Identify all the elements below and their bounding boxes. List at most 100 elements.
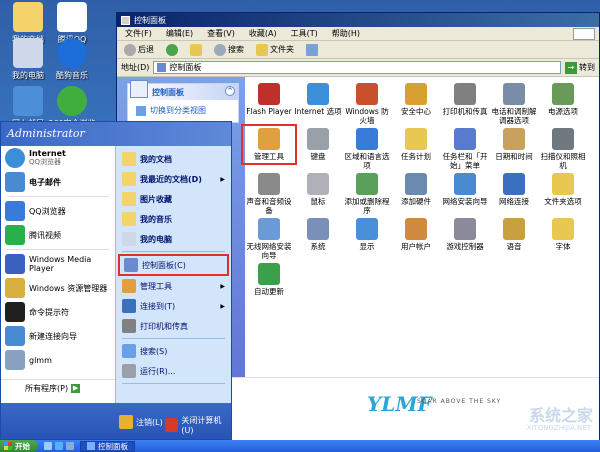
- switch-to-category-view-link[interactable]: 切换到分类视图: [128, 100, 238, 122]
- back-button[interactable]: 后退: [121, 43, 157, 57]
- menu-edit[interactable]: 编辑(E): [166, 28, 193, 39]
- cp-item-icon: [307, 218, 329, 240]
- cp-item-icon: [258, 173, 280, 195]
- menu-file[interactable]: 文件(F): [125, 28, 152, 39]
- search-button[interactable]: 搜索: [211, 43, 247, 57]
- address-input[interactable]: 控制面板: [153, 61, 561, 74]
- cp-item[interactable]: 电源选项: [539, 81, 587, 126]
- folders-icon: [256, 43, 268, 56]
- search-icon: [214, 43, 226, 56]
- up-folder-icon: [190, 43, 202, 56]
- cp-item[interactable]: 文件夹选项: [539, 171, 587, 216]
- start-right-item[interactable]: 图片收藏: [116, 189, 231, 209]
- quick-launch-desktop-icon[interactable]: [44, 442, 52, 450]
- start-right-item[interactable]: 管理工具 ▶: [116, 276, 231, 296]
- cp-item[interactable]: 鼠标: [294, 171, 342, 216]
- up-button[interactable]: [187, 43, 205, 57]
- cp-item[interactable]: 游戏控制器: [441, 216, 489, 261]
- cp-item-icon: [454, 128, 476, 150]
- start-right-item[interactable]: 我的电脑: [116, 229, 231, 249]
- go-button[interactable]: → 转到: [565, 61, 595, 74]
- place-icon: [122, 152, 136, 166]
- back-arrow-icon: [124, 43, 136, 56]
- cp-item[interactable]: 安全中心: [392, 81, 440, 126]
- cp-item[interactable]: 网络安装向导: [441, 171, 489, 216]
- collapse-chevron-icon[interactable]: ^: [225, 86, 235, 96]
- start-menu: Administrator Internet QQ浏览器 电子邮件 QQ浏览器 腾讯…: [0, 121, 232, 440]
- forward-button[interactable]: [163, 43, 181, 57]
- cp-item[interactable]: 任务计划: [392, 126, 440, 171]
- all-programs-button[interactable]: 所有程序(P) ▶: [1, 379, 115, 397]
- taskbar-item-control-panel[interactable]: 控制面板: [80, 440, 135, 452]
- desktop-icon-kugou[interactable]: 酷狗音乐: [46, 38, 98, 81]
- quick-launch-browser-icon[interactable]: [55, 442, 63, 450]
- separator: [122, 383, 225, 384]
- views-button[interactable]: [303, 43, 321, 57]
- start-item-internet[interactable]: Internet QQ浏览器: [1, 146, 115, 170]
- cp-item[interactable]: 日期和时间: [490, 126, 538, 171]
- submenu-arrow-icon: ▶: [220, 282, 225, 290]
- cp-item[interactable]: 添加硬件: [392, 171, 440, 216]
- menu-tools[interactable]: 工具(T): [291, 28, 318, 39]
- window-titlebar[interactable]: 控制面板: [117, 13, 599, 27]
- control-panel-icon: [157, 63, 167, 72]
- start-item-recent[interactable]: 腾讯视频: [1, 223, 115, 247]
- start-right-item[interactable]: 打印机和传真: [116, 316, 231, 336]
- cp-item[interactable]: 区域和语言选项: [343, 126, 391, 171]
- cp-item[interactable]: 扫描仪和照相机: [539, 126, 587, 171]
- shutdown-button[interactable]: 关闭计算机(U): [165, 415, 231, 435]
- place-icon: [122, 232, 136, 246]
- task-box-header[interactable]: 控制面板 ^: [128, 80, 238, 100]
- cp-item-icon: [258, 263, 280, 285]
- start-right-item[interactable]: 我最近的文档(D) ▶: [116, 169, 231, 189]
- cp-item[interactable]: 添加或删除程序: [343, 171, 391, 216]
- cp-item[interactable]: 打印机和传真: [441, 81, 489, 126]
- start-item-recent[interactable]: glmm: [1, 348, 115, 372]
- cp-item[interactable]: 自动更新: [245, 261, 293, 306]
- separator: [7, 196, 109, 197]
- cp-item[interactable]: Internet 选项: [294, 81, 342, 126]
- cp-item[interactable]: Flash Player: [245, 81, 293, 126]
- start-item-recent[interactable]: Windows Media Player: [1, 252, 115, 276]
- start-item-email[interactable]: 电子邮件: [1, 170, 115, 194]
- menu-help[interactable]: 帮助(H): [332, 28, 360, 39]
- cp-item[interactable]: 无线网络安装向导: [245, 216, 293, 261]
- start-right-item[interactable]: 连接到(T) ▶: [116, 296, 231, 316]
- start-right-item[interactable]: 搜索(S): [116, 341, 231, 361]
- quick-launch-media-icon[interactable]: [66, 442, 74, 450]
- cp-item[interactable]: 显示: [343, 216, 391, 261]
- cp-item[interactable]: 语音: [490, 216, 538, 261]
- category-view-icon: [136, 105, 146, 116]
- folders-button[interactable]: 文件夹: [253, 43, 297, 57]
- cp-item[interactable]: 管理工具: [241, 124, 297, 171]
- cp-item[interactable]: 声音和音频设备: [245, 171, 293, 216]
- start-right-item[interactable]: 控制面板(C): [118, 254, 229, 276]
- start-right-item[interactable]: 我的文档: [116, 149, 231, 169]
- cp-item-icon: [454, 173, 476, 195]
- logoff-key-icon: [119, 415, 133, 429]
- start-item-recent[interactable]: Windows 资源管理器: [1, 276, 115, 300]
- cp-item[interactable]: 电话和调制解调器选项: [490, 81, 538, 126]
- cp-item[interactable]: 用户帐户: [392, 216, 440, 261]
- watermark: 系统之家: [528, 406, 593, 425]
- cp-item[interactable]: 网络连接: [490, 171, 538, 216]
- recent-programs: QQ浏览器 腾讯视频 Windows Media Player Windows 资源管…: [1, 199, 115, 372]
- cp-item[interactable]: 字体: [539, 216, 587, 261]
- cp-item[interactable]: 任务栏和「开始」菜单: [441, 126, 489, 171]
- menu-favorites[interactable]: 收藏(A): [249, 28, 277, 39]
- start-item-recent[interactable]: 新建连接向导: [1, 324, 115, 348]
- menu-view[interactable]: 查看(V): [207, 28, 235, 39]
- qq-penguin-icon: [57, 2, 87, 32]
- start-item-recent[interactable]: QQ浏览器: [1, 199, 115, 223]
- start-right-item[interactable]: 运行(R)...: [116, 361, 231, 381]
- cp-item-icon: [307, 173, 329, 195]
- windows-flag-icon: [4, 442, 12, 450]
- cp-item[interactable]: 键盘: [294, 126, 342, 171]
- cp-item[interactable]: Windows 防火墙: [343, 81, 391, 126]
- start-item-recent[interactable]: 命令提示符: [1, 300, 115, 324]
- toolbar: 后退 搜索 文件夹: [117, 41, 599, 59]
- logoff-button[interactable]: 注销(L): [119, 415, 163, 429]
- start-button[interactable]: 开始: [0, 440, 38, 452]
- start-right-item[interactable]: 我的音乐: [116, 209, 231, 229]
- cp-item[interactable]: 系统: [294, 216, 342, 261]
